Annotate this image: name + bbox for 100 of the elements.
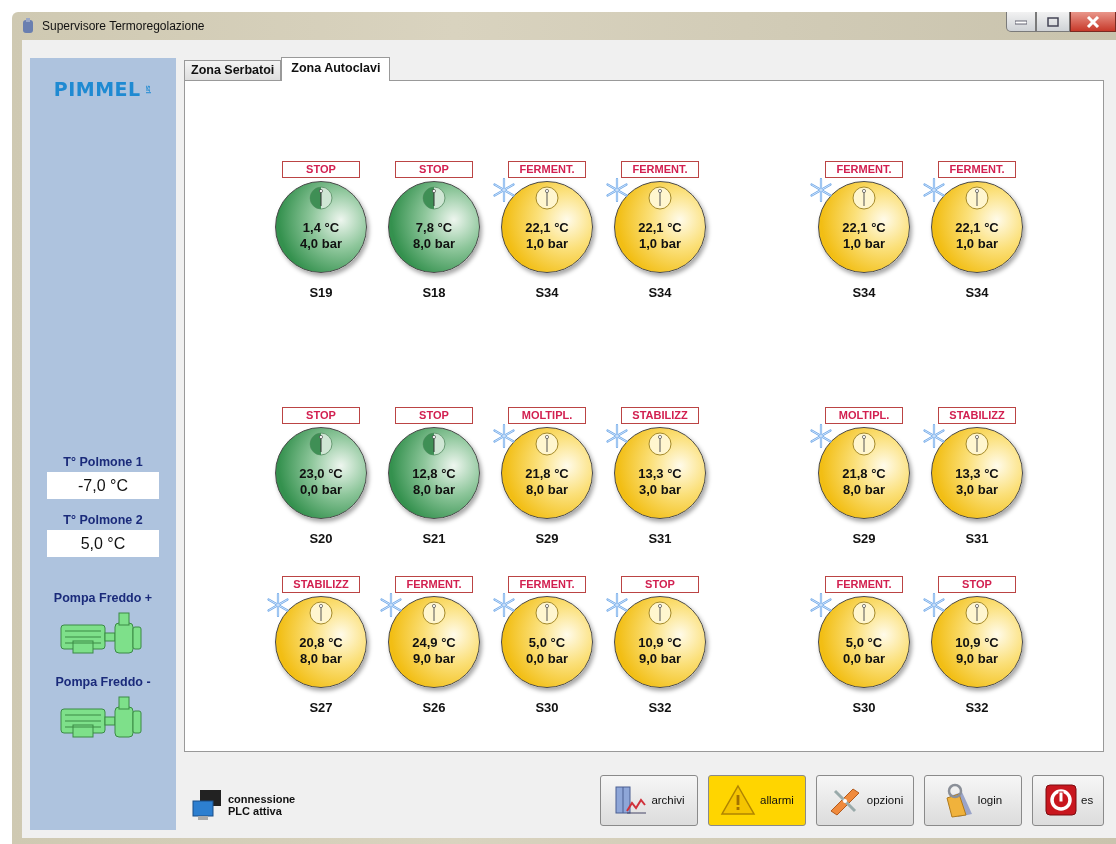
gauge-icon [965, 601, 989, 625]
status-label: STOP [282, 161, 360, 178]
minimize-button[interactable] [1006, 12, 1036, 32]
gauge-icon [422, 601, 446, 625]
temperature-reading: 20,8 °C [299, 635, 343, 651]
pressure-reading: 1,0 bar [843, 236, 885, 252]
temperature-reading: 21,8 °C [525, 466, 569, 482]
gauge-icon [535, 432, 559, 456]
tank-name: S34 [965, 285, 989, 300]
pressure-reading: 0,0 bar [300, 482, 342, 498]
toolbar-button[interactable]: opzioni [816, 774, 914, 826]
pressure-reading: 3,0 bar [639, 482, 681, 498]
tank-name: S21 [422, 531, 446, 546]
tank-name: S32 [965, 700, 989, 715]
company-logo: PIMMEL [53, 78, 141, 100]
temperature-reading: 22,1 °C [842, 220, 886, 236]
temperature-reading: 24,9 °C [412, 635, 456, 651]
tank-name: S31 [965, 531, 989, 546]
status-label: MOLTIPL. [825, 407, 903, 424]
pressure-reading: 1,0 bar [526, 236, 568, 252]
tank-name: S31 [648, 531, 672, 546]
archive-chart-icon [613, 783, 648, 817]
gauge-icon [422, 432, 446, 456]
minimize-icon [1015, 18, 1027, 25]
status-label: STOP [282, 407, 360, 424]
close-icon [1086, 15, 1100, 28]
pressure-reading: 0,0 bar [843, 651, 885, 667]
gauge-icon [965, 432, 989, 456]
pump-label: Pompa Freddo - [55, 675, 151, 689]
tank-name: S18 [422, 285, 446, 300]
toolbar-button[interactable]: archivi [600, 774, 698, 826]
temperature-reading: 10,9 °C [638, 635, 682, 651]
gauge-icon [309, 601, 333, 625]
status-label: STOP [621, 576, 699, 593]
status-label: STOP [395, 407, 473, 424]
status-label: FERMENT. [825, 161, 903, 178]
temperature-reading: 1,4 °C [302, 220, 340, 236]
status-label: STABILIZZ [938, 407, 1016, 424]
tank-name: S27 [309, 700, 333, 715]
tank-name: S19 [309, 285, 333, 300]
tank-name: S30 [852, 700, 876, 715]
status-label: STOP [938, 576, 1016, 593]
connection-status: connessione PLC attiva [228, 793, 297, 817]
temperature-reading: 22,1 °C [525, 220, 569, 236]
gauge-icon [852, 432, 876, 456]
tag-lock-icon [943, 782, 974, 818]
tank-name: S34 [535, 285, 559, 300]
tank-name: S32 [648, 700, 672, 715]
reading-label: T° Polmone 2 [63, 513, 143, 527]
warning-icon [720, 784, 757, 816]
gauge-icon [648, 601, 672, 625]
status-label: FERMENT. [508, 576, 586, 593]
pressure-reading: 8,0 bar [300, 651, 342, 667]
status-label: STOP [395, 161, 473, 178]
gauge-icon [852, 186, 876, 210]
gauge-icon [535, 186, 559, 210]
gauge-icon [648, 432, 672, 456]
temperature-reading: 7,8 °C [415, 220, 453, 236]
pressure-reading: 9,0 bar [956, 651, 998, 667]
pressure-reading: 1,0 bar [639, 236, 681, 252]
app-icon [22, 18, 34, 34]
temperature-reading: 10,9 °C [955, 635, 999, 651]
maximize-button[interactable] [1036, 12, 1070, 32]
status-label: MOLTIPL. [508, 407, 586, 424]
tank-name: S30 [535, 700, 559, 715]
status-label: STABILIZZ [621, 407, 699, 424]
temperature-reading: 5,0 °C [528, 635, 566, 651]
toolbar-button[interactable]: allarmi [708, 774, 806, 826]
pressure-reading: 9,0 bar [413, 651, 455, 667]
pressure-reading: 8,0 bar [526, 482, 568, 498]
power-icon [1045, 784, 1077, 816]
pressure-reading: 8,0 bar [413, 236, 455, 252]
tab[interactable]: Zona Serbatoi [184, 60, 282, 80]
pump-label: Pompa Freddo + [53, 591, 153, 605]
reading-label: T° Polmone 1 [63, 455, 143, 469]
tank-name: S26 [422, 700, 446, 715]
status-label: STABILIZZ [282, 576, 360, 593]
pressure-reading: 9,0 bar [639, 651, 681, 667]
toolbar-button[interactable]: login [924, 774, 1022, 826]
toolbar-button[interactable]: es [1032, 774, 1104, 826]
window-title: Supervisore Termoregolazione [42, 19, 205, 33]
tab[interactable]: Zona Autoclavi [281, 57, 391, 81]
gauge-icon [422, 186, 446, 210]
close-button[interactable] [1070, 12, 1116, 32]
tank-name: S34 [852, 285, 876, 300]
gauge-icon [852, 601, 876, 625]
pressure-reading: 3,0 bar [956, 482, 998, 498]
temperature-reading: 12,8 °C [412, 466, 456, 482]
reading-value-field: 5,0 °C [47, 530, 159, 557]
gauge-icon [309, 186, 333, 210]
status-label: FERMENT. [825, 576, 903, 593]
reading-value-field: -7,0 °C [47, 472, 159, 499]
maximize-icon [1047, 16, 1059, 27]
temperature-reading: 13,3 °C [638, 466, 682, 482]
temperature-reading: 22,1 °C [955, 220, 999, 236]
status-label: FERMENT. [938, 161, 1016, 178]
gauge-icon [648, 186, 672, 210]
temperature-reading: 23,0 °C [299, 466, 343, 482]
status-label: FERMENT. [508, 161, 586, 178]
tank-name: S29 [535, 531, 559, 546]
